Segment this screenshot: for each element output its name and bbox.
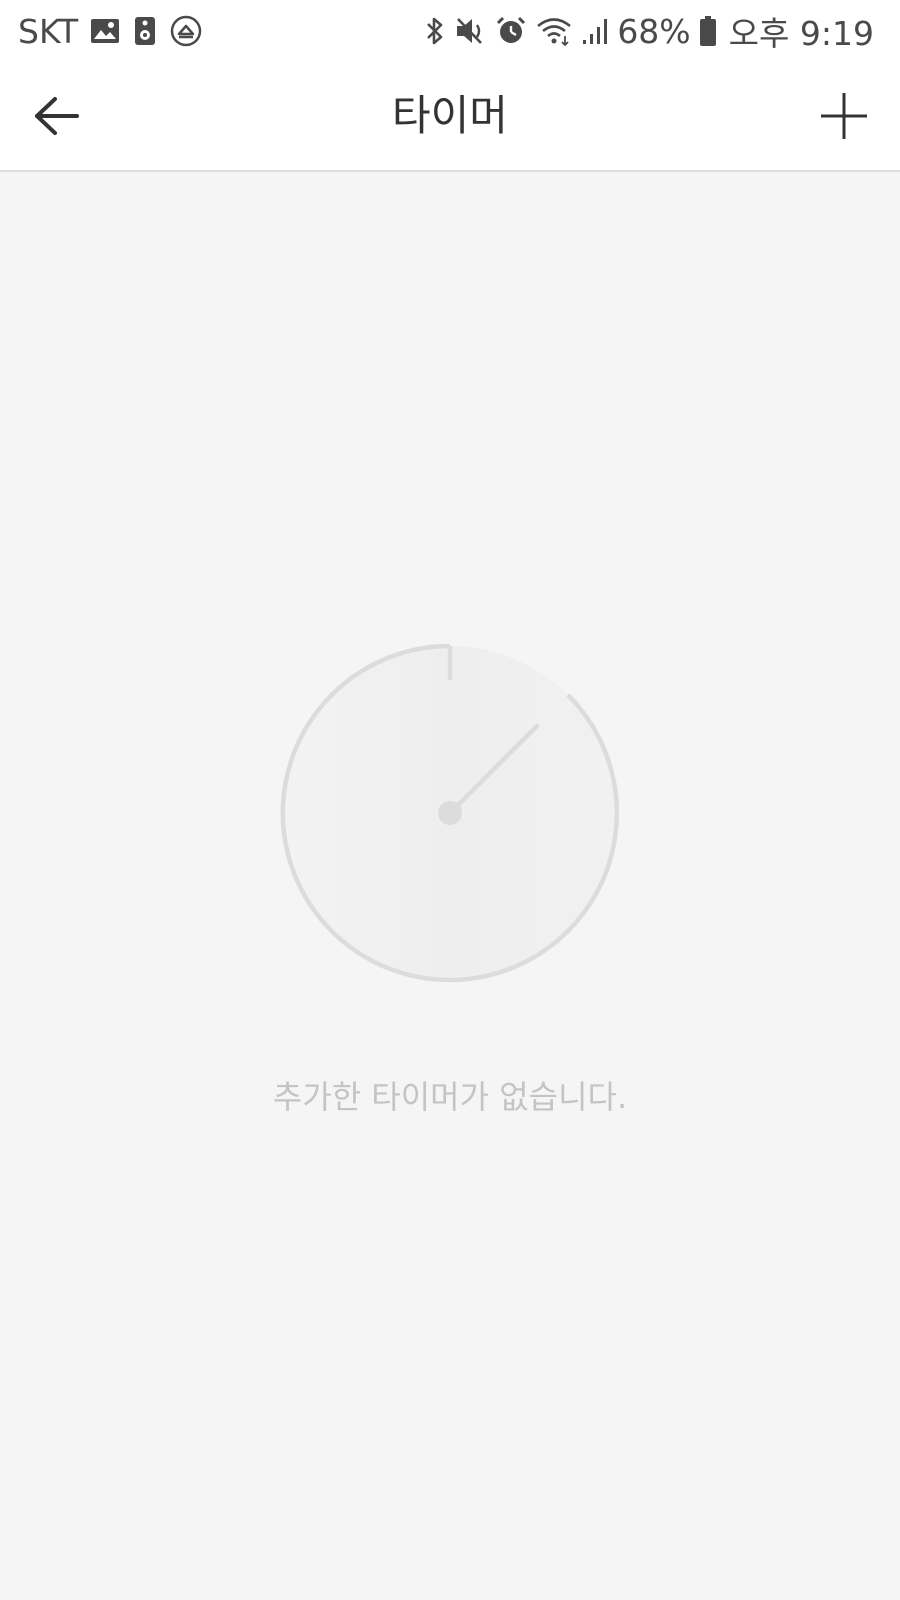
carrier-label: SKT [18, 11, 79, 51]
timer-screen: SKT 68% 오후 9:19 타이머 추가한 타이머가 없습니다. [0, 0, 900, 1600]
bluetooth-icon [423, 15, 447, 47]
alarm-icon [495, 15, 527, 47]
add-timer-button[interactable] [812, 84, 876, 148]
battery-icon [699, 15, 717, 47]
status-bar: SKT 68% 오후 9:19 [0, 0, 900, 62]
cast-icon [170, 15, 202, 47]
wifi-icon [535, 16, 573, 46]
empty-message: 추가한 타이머가 없습니다. [272, 1078, 628, 1116]
plus-icon [821, 93, 867, 139]
page-title: 타이머 [392, 91, 508, 140]
speaker-icon [134, 16, 156, 46]
mute-icon [455, 16, 487, 46]
status-left: SKT [18, 10, 216, 52]
empty-state: 추가한 타이머가 없습니다. [0, 640, 900, 1118]
status-right: 68% 오후 9:19 [415, 10, 874, 53]
signal-icon [581, 16, 611, 46]
battery-percent: 68% [617, 11, 691, 51]
image-icon [90, 18, 120, 44]
status-clock: 오후 9:19 [728, 14, 874, 53]
app-header: 타이머 [0, 62, 900, 172]
timer-dial-icon [280, 643, 620, 983]
